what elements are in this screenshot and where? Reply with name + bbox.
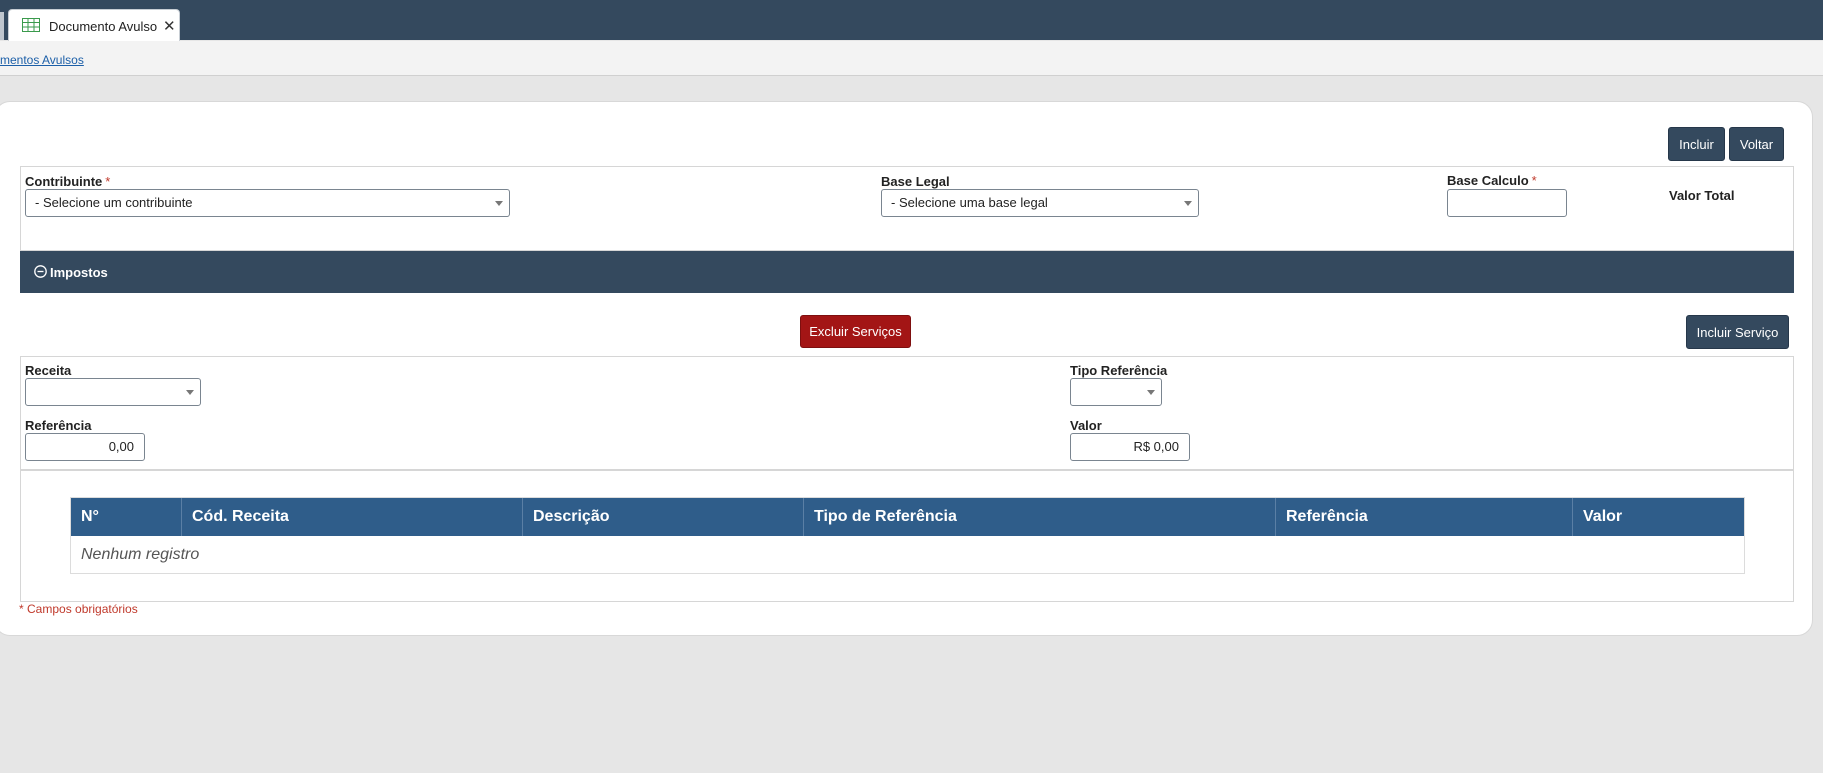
previous-tab-edge[interactable] <box>0 12 4 40</box>
voltar-button[interactable]: Voltar <box>1729 127 1784 161</box>
impostos-form-section <box>20 356 1794 470</box>
tab-documento-avulso[interactable]: Documento Avulso ✕ <box>8 9 180 41</box>
tipo-referencia-label: Tipo Referência <box>1070 363 1168 378</box>
close-icon[interactable]: ✕ <box>163 17 176 35</box>
contribuinte-select[interactable]: - Selecione um contribuinte <box>25 189 510 217</box>
impostos-table: N° Cód. Receita Descrição Tipo de Referê… <box>70 497 1745 574</box>
valor-total-label: Valor Total <box>1669 188 1735 203</box>
incluir-button[interactable]: Incluir <box>1668 127 1725 161</box>
column-header-tipo-referencia[interactable]: Tipo de Referência <box>804 498 1276 536</box>
base-calculo-input[interactable] <box>1447 189 1567 217</box>
valor-input[interactable]: R$ 0,00 <box>1070 433 1190 461</box>
column-header-numero[interactable]: N° <box>71 498 182 536</box>
tab-label: Documento Avulso <box>49 19 158 34</box>
table-header-row: N° Cód. Receita Descrição Tipo de Referê… <box>71 498 1744 536</box>
collapse-minus-icon <box>34 265 47 281</box>
base-calculo-label: Base Calculo * <box>1447 173 1537 188</box>
breadcrumb-link-documentos-avulsos[interactable]: mentos Avulsos <box>0 53 84 67</box>
column-header-valor[interactable]: Valor <box>1573 498 1744 536</box>
empty-table-message: Nenhum registro <box>81 546 200 563</box>
required-marker: * <box>1531 173 1537 188</box>
required-fields-note: * Campos obrigatórios <box>19 602 138 616</box>
receita-select[interactable] <box>25 378 201 406</box>
top-tab-bar: Documento Avulso ✕ <box>0 0 1823 41</box>
impostos-section-header[interactable]: Impostos <box>20 251 1794 293</box>
chevron-down-icon <box>495 201 503 206</box>
excluir-servicos-button[interactable]: Excluir Serviços <box>800 315 911 348</box>
base-legal-label: Base Legal <box>881 174 950 189</box>
breadcrumb: mentos Avulsos <box>0 41 1823 76</box>
receita-label: Receita <box>25 363 72 378</box>
required-marker: * <box>105 174 111 189</box>
base-legal-select[interactable]: - Selecione uma base legal <box>881 189 1199 217</box>
column-header-cod-receita[interactable]: Cód. Receita <box>182 498 523 536</box>
referencia-input[interactable]: 0,00 <box>25 433 145 461</box>
incluir-servico-button[interactable]: Incluir Serviço <box>1686 315 1789 349</box>
spreadsheet-icon <box>22 18 40 37</box>
chevron-down-icon <box>1147 390 1155 395</box>
referencia-label: Referência <box>25 418 92 433</box>
contribuinte-label: Contribuinte * <box>25 174 111 189</box>
impostos-title: Impostos <box>50 265 108 280</box>
valor-label: Valor <box>1070 418 1102 433</box>
column-header-descricao[interactable]: Descrição <box>523 498 804 536</box>
tipo-referencia-select[interactable] <box>1070 378 1162 406</box>
column-header-referencia[interactable]: Referência <box>1276 498 1573 536</box>
chevron-down-icon <box>186 390 194 395</box>
chevron-down-icon <box>1184 201 1192 206</box>
